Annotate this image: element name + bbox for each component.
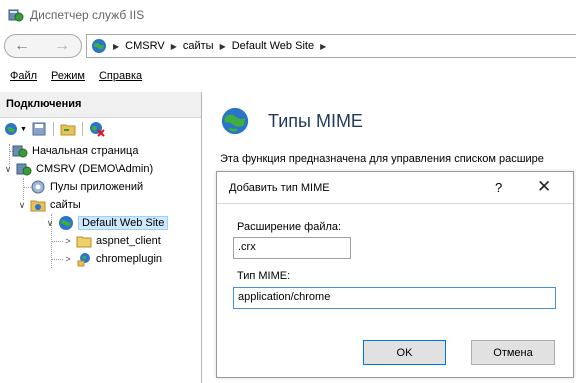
connections-toolbar: ▼ xyxy=(0,118,201,140)
toolbar-separator xyxy=(81,122,83,136)
menu-view-label: Режим xyxy=(51,70,85,82)
menu-help-label: Справка xyxy=(98,70,143,82)
iis-manager-icon xyxy=(8,9,24,22)
tree-item-aspnet-client[interactable]: > aspnet_client xyxy=(62,232,161,250)
address-bar: ← → ▶ CMSRV ▶ сайты ▶ Default Web Site ▶ xyxy=(0,30,576,63)
menu-view[interactable]: Режим xyxy=(51,70,85,82)
tree-item-chromeplugin[interactable]: > chromeplugin xyxy=(62,250,162,268)
start-page-icon xyxy=(12,145,28,158)
collapse-chevron-icon[interactable]: ∨ xyxy=(44,218,56,229)
folder-icon xyxy=(76,236,92,248)
tree-item-label: сайты xyxy=(50,199,81,211)
window-titlebar: Диспетчер служб IIS xyxy=(0,0,576,30)
tree-item-app-pools[interactable]: Пулы приложений xyxy=(30,178,143,196)
menu-file-label: Файл xyxy=(10,70,38,82)
breadcrumb-separator-icon: ▶ xyxy=(113,41,120,51)
close-icon[interactable]: ✕ xyxy=(537,177,551,197)
server-icon xyxy=(16,163,32,176)
tree-item-label: Пулы приложений xyxy=(50,181,144,193)
sites-folder-icon xyxy=(30,200,46,212)
dialog-titlebar: Добавить тип MIME ? ✕ xyxy=(217,172,573,204)
tree-item-server[interactable]: ∨ CMSRV (DEMO\Admin) xyxy=(2,160,153,178)
globe-icon xyxy=(92,39,106,53)
menu-help[interactable]: Справка xyxy=(99,70,142,82)
breadcrumb: ▶ CMSRV ▶ сайты ▶ Default Web Site ▶ xyxy=(86,34,576,58)
collapse-chevron-icon[interactable]: ∨ xyxy=(2,164,14,175)
tree-item-label: Начальная страница xyxy=(32,145,139,157)
tree-item-label: chromeplugin xyxy=(96,253,163,265)
toolbar-separator xyxy=(52,122,54,136)
folder-icon[interactable] xyxy=(60,121,76,137)
connect-icon[interactable] xyxy=(4,121,20,137)
save-icon[interactable] xyxy=(31,121,47,137)
tree-item-default-web-site[interactable]: ∨ Default Web Site xyxy=(44,214,169,232)
expand-chevron-icon[interactable]: > xyxy=(62,236,74,246)
globe-icon xyxy=(59,216,73,230)
connections-header: Подключения xyxy=(0,92,201,118)
tree-item-sites[interactable]: ∨ сайты xyxy=(16,196,81,214)
connections-pane: Подключения ▼ Начальная страница ∨ CMSRV… xyxy=(0,92,202,383)
tree-item-label: aspnet_client xyxy=(96,235,161,247)
forward-arrow-icon[interactable]: → xyxy=(49,37,75,55)
menu-bar: Файл Режим Справка xyxy=(0,64,576,88)
application-icon xyxy=(77,253,90,267)
ok-button[interactable]: OK xyxy=(363,340,446,365)
breadcrumb-separator-icon: ▶ xyxy=(219,41,226,51)
dropdown-arrow-icon[interactable]: ▼ xyxy=(20,126,27,133)
mime-type-label: Тип MIME: xyxy=(237,270,291,282)
globe-icon xyxy=(221,107,249,135)
cancel-button[interactable]: Отмена xyxy=(471,340,555,365)
collapse-chevron-icon[interactable]: ∨ xyxy=(16,200,28,211)
feature-header: Типы MIME xyxy=(220,106,363,136)
back-arrow-icon[interactable]: ← xyxy=(9,37,35,55)
mime-type-input[interactable]: application/chrome xyxy=(233,287,556,309)
dialog-title: Добавить тип MIME xyxy=(229,182,330,194)
breadcrumb-item-sites[interactable]: сайты xyxy=(183,40,214,52)
feature-title: Типы MIME xyxy=(268,110,363,131)
window-title: Диспетчер служб IIS xyxy=(30,8,145,22)
app-pools-icon xyxy=(31,180,45,194)
breadcrumb-item-site[interactable]: Default Web Site xyxy=(232,40,314,52)
breadcrumb-separator-icon[interactable]: ▶ xyxy=(320,42,326,51)
breadcrumb-separator-icon: ▶ xyxy=(170,41,177,51)
help-button[interactable]: ? xyxy=(495,180,502,195)
tree-item-label: CMSRV (DEMO\Admin) xyxy=(36,163,154,175)
extension-label: Расширение файла: xyxy=(237,221,342,233)
feature-description: Эта функция предназначена для управления… xyxy=(220,153,544,165)
navigation-buttons: ← → xyxy=(4,34,82,58)
tree-item-start-page[interactable]: Начальная страница xyxy=(12,142,138,160)
extension-input[interactable]: .crx xyxy=(233,237,351,259)
breadcrumb-item-server[interactable]: CMSRV xyxy=(125,40,165,52)
tree-item-label: Default Web Site xyxy=(78,216,169,230)
expand-chevron-icon[interactable]: > xyxy=(62,254,74,264)
add-mime-type-dialog: Добавить тип MIME ? ✕ Расширение файла: … xyxy=(216,171,574,378)
menu-file[interactable]: Файл xyxy=(10,70,37,82)
disconnect-icon[interactable] xyxy=(89,121,105,137)
